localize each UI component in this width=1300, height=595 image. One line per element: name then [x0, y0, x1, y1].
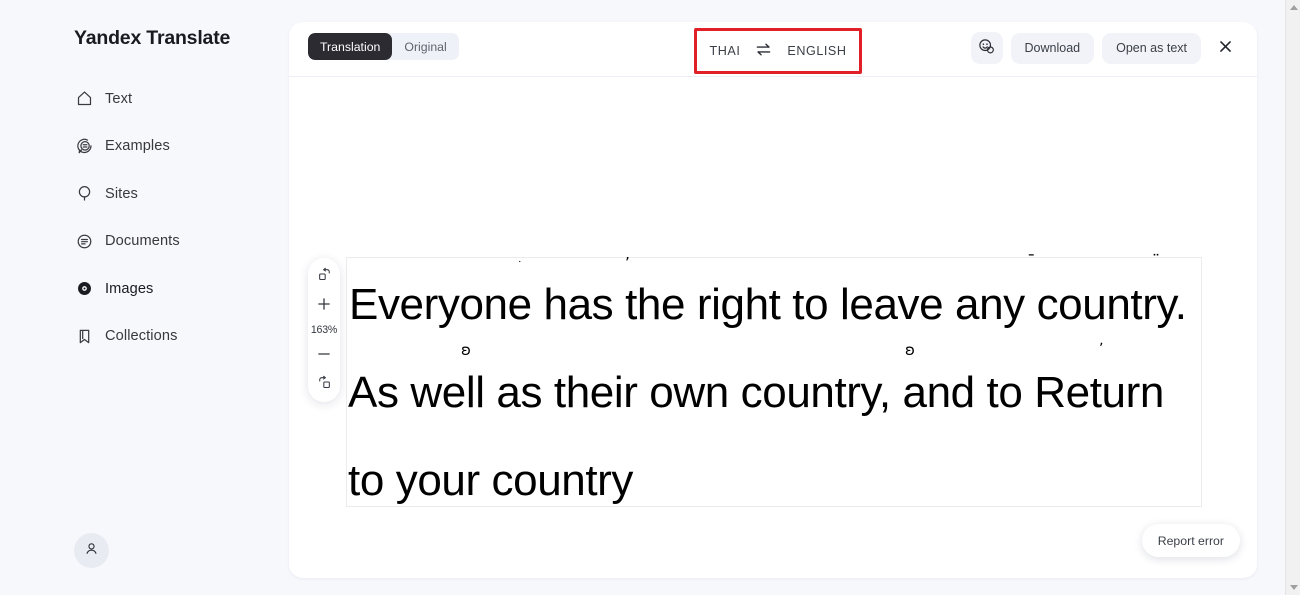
- translated-image[interactable]: ˙ ʼ ˉ ¨ ʚ ʚ ʼ Everyone has the right to …: [346, 252, 1202, 507]
- sidebar-item-examples[interactable]: Examples: [74, 132, 274, 161]
- sidebar: Yandex Translate Text Examples Sites Doc…: [0, 0, 290, 595]
- residual-diacritic-mark: ʼ: [625, 254, 630, 272]
- rotate-counterclockwise-icon: [317, 267, 332, 285]
- view-mode-switch: Translation Original: [308, 33, 459, 60]
- triangle-up-icon: [1289, 5, 1298, 10]
- report-error-button[interactable]: Report error: [1141, 524, 1240, 557]
- residual-diacritic-mark: ˙: [517, 259, 523, 272]
- download-button[interactable]: Download: [1010, 32, 1095, 64]
- close-icon: [1216, 37, 1235, 59]
- translated-text-line: to your country: [348, 456, 634, 505]
- sidebar-item-label: Documents: [105, 233, 180, 249]
- sidebar-item-label: Examples: [105, 138, 170, 154]
- feedback-button[interactable]: [970, 32, 1003, 64]
- examples-icon: [74, 136, 94, 156]
- swap-arrows-icon: [755, 42, 772, 60]
- sidebar-item-images[interactable]: Images: [74, 274, 274, 303]
- residual-diacritic-mark: ¨: [1152, 251, 1160, 270]
- sidebar-item-label: Sites: [105, 185, 138, 202]
- home-icon: [74, 89, 94, 109]
- feedback-smiley-icon: [977, 37, 996, 59]
- sites-icon: [74, 184, 94, 204]
- sidebar-item-label: Text: [105, 90, 133, 107]
- panel-toolbar: Translation Original THAI ENGLISH Downlo…: [289, 22, 1257, 77]
- triangle-down-icon: [1289, 585, 1298, 590]
- translated-text-line: Everyone has the right to leave any coun…: [349, 280, 1187, 329]
- zoom-out-button[interactable]: [312, 345, 336, 365]
- sidebar-item-text[interactable]: Text: [74, 84, 274, 113]
- app-brand-title: Yandex Translate: [74, 27, 231, 49]
- zoom-in-button[interactable]: [312, 295, 336, 315]
- zoom-level-label: 163%: [310, 324, 338, 336]
- documents-icon: [74, 231, 94, 251]
- image-viewer-canvas: 163% ˙ ʼ ˉ ¨ ʚ ʚ ʼ Everyone has the righ…: [289, 77, 1257, 577]
- user-avatar-button[interactable]: [74, 533, 109, 568]
- user-avatar-icon: [83, 540, 100, 562]
- rotate-clockwise-icon: [317, 375, 332, 393]
- open-as-text-button[interactable]: Open as text: [1102, 32, 1201, 64]
- tab-translation[interactable]: Translation: [308, 33, 393, 60]
- translate-panel: Translation Original THAI ENGLISH Downlo…: [289, 22, 1257, 578]
- sidebar-item-label: Collections: [105, 328, 178, 344]
- sidebar-item-collections[interactable]: Collections: [74, 322, 274, 351]
- minus-icon: [316, 346, 332, 365]
- viewer-zoom-toolbar: 163%: [308, 258, 340, 402]
- collections-icon: [74, 326, 94, 346]
- toolbar-actions: Download Open as text: [970, 32, 1241, 64]
- residual-diacritic-mark: ʚ: [461, 341, 471, 359]
- page-scrollbar[interactable]: [1285, 0, 1300, 595]
- scroll-down-arrow-icon[interactable]: [1286, 580, 1300, 595]
- residual-diacritic-mark: ʚ: [905, 341, 915, 359]
- residual-diacritic-mark: ʼ: [1099, 341, 1104, 357]
- target-language-button[interactable]: ENGLISH: [786, 41, 847, 61]
- tab-original[interactable]: Original: [392, 33, 458, 60]
- scroll-up-arrow-icon[interactable]: [1286, 0, 1300, 15]
- plus-icon: [316, 296, 332, 315]
- sidebar-nav: Text Examples Sites Documents Images Col…: [74, 84, 274, 369]
- rotate-left-button[interactable]: [312, 266, 336, 286]
- sidebar-item-documents[interactable]: Documents: [74, 227, 274, 256]
- sidebar-item-sites[interactable]: Sites: [74, 179, 274, 208]
- source-language-button[interactable]: THAI: [708, 41, 741, 61]
- rotate-right-button[interactable]: [312, 374, 336, 394]
- sidebar-item-label: Images: [105, 280, 154, 297]
- swap-languages-button[interactable]: [755, 42, 772, 60]
- language-selector-highlight: THAI ENGLISH: [694, 28, 862, 74]
- residual-diacritic-mark: ˉ: [1027, 252, 1036, 272]
- close-button[interactable]: [1209, 32, 1241, 64]
- images-icon: [74, 279, 94, 299]
- translated-text-line: As well as their own country, and to Ret…: [348, 368, 1164, 417]
